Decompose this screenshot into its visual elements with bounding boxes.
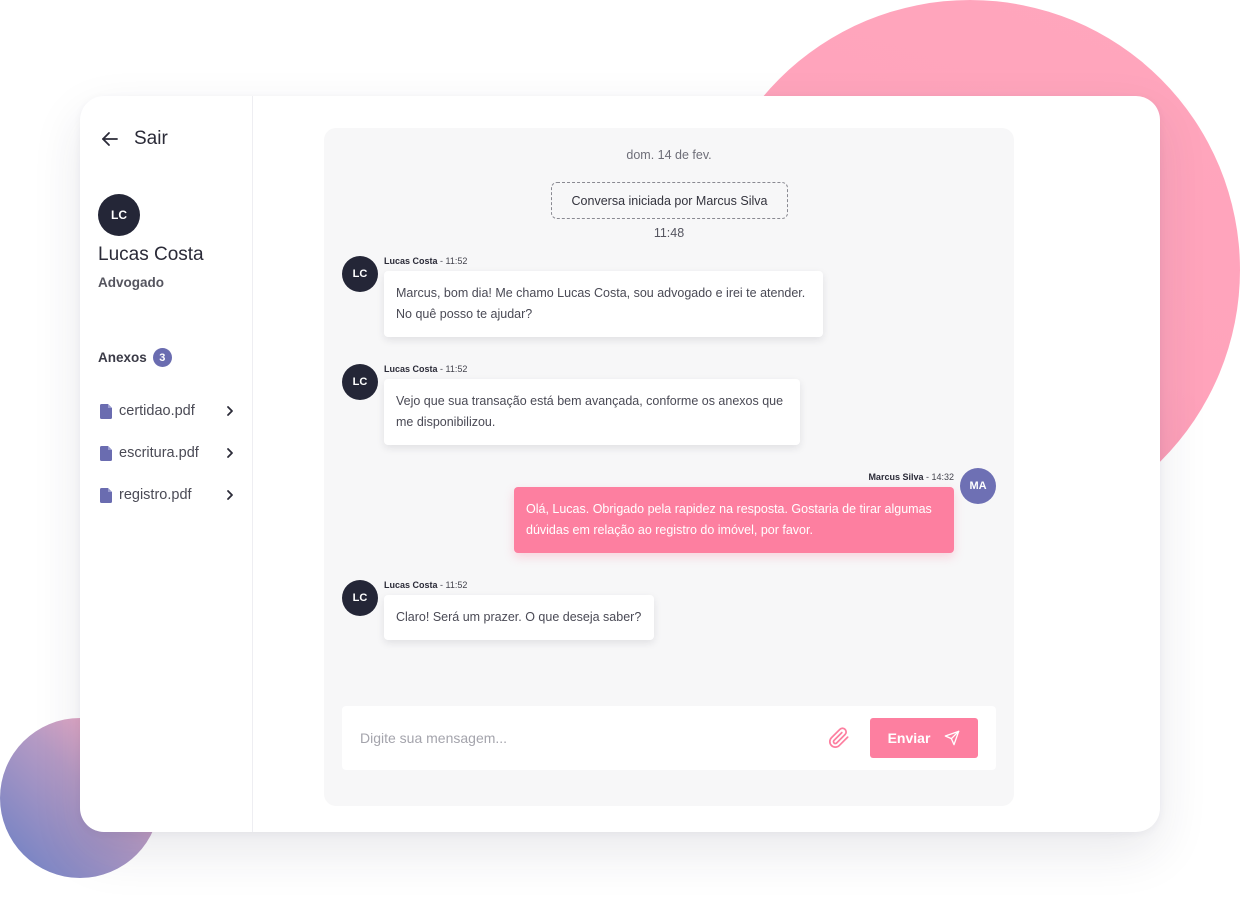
message-meta: Lucas Costa - 11:52 xyxy=(384,580,467,590)
message-author: Lucas Costa xyxy=(384,364,438,374)
message-author: Lucas Costa xyxy=(384,256,438,266)
paperclip-icon[interactable] xyxy=(828,727,850,749)
user-name: Lucas Costa xyxy=(98,244,204,265)
message-input[interactable] xyxy=(360,726,800,750)
chevron-right-icon xyxy=(227,448,233,458)
message-time: 11:52 xyxy=(445,364,468,374)
message-bubble: Olá, Lucas. Obrigado pela rapidez na res… xyxy=(514,487,954,553)
message-meta-separator: - xyxy=(437,364,446,374)
attachment-item-registro[interactable]: registro.pdf xyxy=(100,474,236,516)
file-icon xyxy=(100,403,112,419)
message-time: 14:32 xyxy=(931,472,954,482)
attachment-item-certidao[interactable]: certidao.pdf xyxy=(100,390,236,432)
attachment-name: registro.pdf xyxy=(119,487,192,503)
message-author: Marcus Silva xyxy=(868,472,924,482)
send-icon xyxy=(945,730,960,746)
attachments-count-badge: 3 xyxy=(152,348,172,367)
message-bubble: Marcus, bom dia! Me chamo Lucas Costa, s… xyxy=(384,271,823,337)
message-meta: Marcus Silva - 14:32 xyxy=(868,472,954,482)
sidebar: Sair LC Lucas Costa Advogado Anexos 3 ce… xyxy=(80,96,253,832)
attachment-name: escritura.pdf xyxy=(119,445,199,461)
message-avatar: LC xyxy=(342,364,378,400)
conversation-started-notice: Conversa iniciada por Marcus Silva xyxy=(551,182,788,219)
send-button-label: Enviar xyxy=(887,730,931,746)
message-composer: Enviar xyxy=(342,706,996,770)
attachment-name: certidao.pdf xyxy=(119,403,195,419)
message-avatar: LC xyxy=(342,580,378,616)
user-avatar: LC xyxy=(98,194,140,236)
message-time: 11:52 xyxy=(445,580,468,590)
file-icon xyxy=(100,487,112,503)
message-avatar: MA xyxy=(960,468,996,504)
chevron-right-icon xyxy=(227,490,233,500)
back-label: Sair xyxy=(134,128,168,149)
message-meta: Lucas Costa - 11:52 xyxy=(384,256,467,266)
message-avatar: LC xyxy=(342,256,378,292)
message-meta-separator: - xyxy=(437,256,446,266)
user-role: Advogado xyxy=(98,275,164,290)
conversation-date: dom. 14 de fev. xyxy=(626,148,712,162)
arrow-left-icon xyxy=(102,132,118,146)
back-button[interactable]: Sair xyxy=(100,128,168,150)
file-icon xyxy=(100,445,112,461)
chevron-right-icon xyxy=(227,406,233,416)
attachments-header: Anexos 3 xyxy=(98,348,172,367)
message-time: 11:52 xyxy=(445,256,468,266)
send-button[interactable]: Enviar xyxy=(870,718,978,758)
message-meta-separator: - xyxy=(437,580,446,590)
conversation-started-time: 11:48 xyxy=(653,226,685,240)
message-author: Lucas Costa xyxy=(384,580,438,590)
attachments-list: certidao.pdf escritura.pdf registro.pdf xyxy=(100,390,236,516)
message-meta: Lucas Costa - 11:52 xyxy=(384,364,467,374)
attachment-item-escritura[interactable]: escritura.pdf xyxy=(100,432,236,474)
chat-window: Sair LC Lucas Costa Advogado Anexos 3 ce… xyxy=(80,96,1160,832)
chat-panel: dom. 14 de fev. Conversa iniciada por Ma… xyxy=(324,128,1014,806)
attachments-title: Anexos xyxy=(98,350,147,365)
message-bubble: Claro! Será um prazer. O que deseja sabe… xyxy=(384,595,654,640)
message-bubble: Vejo que sua transação está bem avançada… xyxy=(384,379,800,445)
